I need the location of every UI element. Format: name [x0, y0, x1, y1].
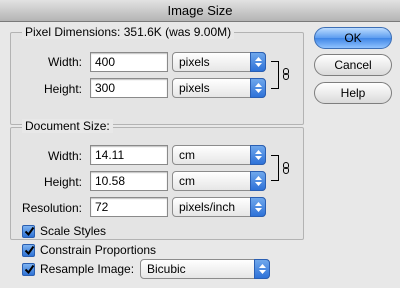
document-size-legend: Document Size:	[22, 119, 113, 133]
constrain-proportions-label: Constrain Proportions	[40, 243, 157, 257]
scale-styles-checkbox[interactable]	[22, 224, 35, 238]
pixel-constrain-bracket	[271, 61, 279, 89]
doc-height-unit-select[interactable]: cm	[172, 171, 266, 191]
resolution-input[interactable]: 72	[90, 197, 168, 217]
chevron-updown-icon	[254, 259, 270, 279]
doc-width-input[interactable]: 14.11	[90, 145, 168, 165]
resolution-unit-select[interactable]: pixels/inch	[172, 197, 266, 217]
chain-link-icon	[283, 68, 289, 80]
chevron-updown-icon	[250, 78, 266, 98]
help-button[interactable]: Help	[314, 82, 392, 104]
resolution-unit-value: pixels/inch	[179, 200, 236, 214]
pixel-width-unit-value: pixels	[179, 55, 210, 69]
resample-image-label: Resample Image:	[40, 262, 135, 276]
checkmark-icon	[24, 245, 35, 255]
checkmark-icon	[24, 226, 35, 236]
ok-button[interactable]: OK	[314, 27, 392, 49]
resample-method-select[interactable]: Bicubic	[140, 259, 270, 279]
doc-width-label: Width:	[47, 149, 82, 163]
chevron-updown-icon	[250, 171, 266, 191]
constrain-proportions-checkbox[interactable]	[22, 243, 35, 257]
window-title: Image Size	[167, 3, 233, 18]
chevron-updown-icon	[250, 197, 266, 217]
pixel-dimensions-size: 351.6K (was 9.00M)	[123, 25, 232, 39]
pixel-height-unit-select[interactable]: pixels	[172, 78, 266, 98]
doc-height-label: Height:	[43, 175, 82, 189]
scale-styles-checkbox-row[interactable]: Scale Styles	[22, 224, 106, 238]
doc-height-unit-value: cm	[179, 174, 195, 188]
pixel-width-input[interactable]: 400	[90, 52, 168, 72]
chevron-updown-icon	[250, 145, 266, 165]
pixel-width-unit-select[interactable]: pixels	[172, 52, 266, 72]
doc-height-input[interactable]: 10.58	[90, 171, 168, 191]
pixel-height-label: Height:	[43, 82, 82, 96]
pixel-dimensions-legend: Pixel Dimensions: 351.6K (was 9.00M)	[22, 25, 235, 39]
chain-link-icon	[283, 162, 289, 174]
window-title-bar: Image Size	[0, 0, 400, 22]
doc-width-unit-select[interactable]: cm	[172, 145, 266, 165]
resample-image-checkbox-row[interactable]: Resample Image:	[22, 262, 134, 276]
chevron-updown-icon	[250, 52, 266, 72]
scale-styles-label: Scale Styles	[40, 224, 107, 238]
doc-width-unit-value: cm	[179, 148, 195, 162]
image-size-dialog: Pixel Dimensions: 351.6K (was 9.00M) Wid…	[0, 22, 400, 288]
constrain-proportions-checkbox-row[interactable]: Constrain Proportions	[22, 243, 156, 257]
pixel-width-label: Width:	[47, 55, 82, 69]
doc-constrain-bracket	[271, 155, 279, 181]
pixel-height-input[interactable]: 300	[90, 78, 168, 98]
resolution-label: Resolution:	[21, 201, 82, 215]
cancel-button[interactable]: Cancel	[314, 54, 392, 76]
resample-image-checkbox[interactable]	[22, 262, 35, 276]
checkmark-icon	[24, 264, 35, 274]
resample-method-value: Bicubic	[147, 262, 186, 276]
pixel-height-unit-value: pixels	[179, 81, 210, 95]
